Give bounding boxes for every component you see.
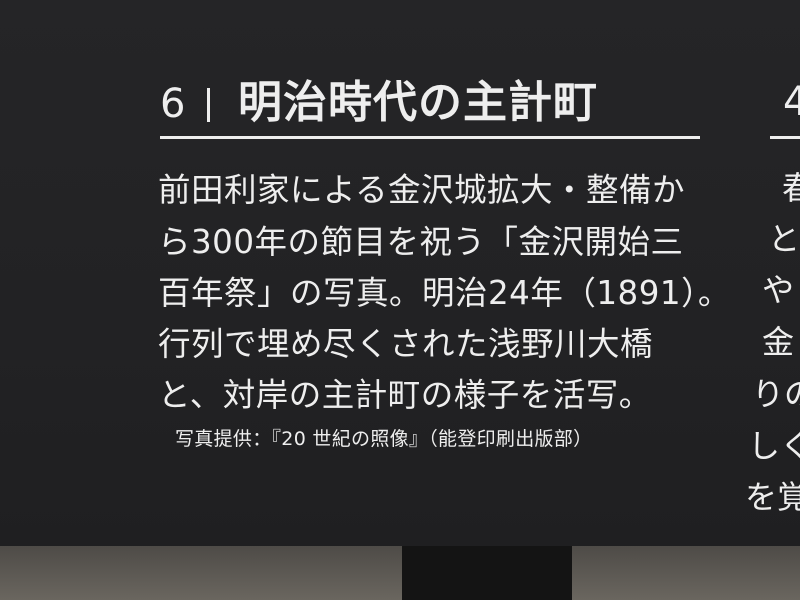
sign-panel: 6 明治時代の主計町 前田利家による金沢城拡大・整備か ら300年の節目を祝う「…	[0, 0, 800, 546]
adjacent-fragment-7: を覚	[745, 478, 800, 516]
body-line-1: 前田利家による金沢城拡大・整備か	[158, 171, 686, 209]
adjacent-fragment-4: 金	[762, 323, 795, 361]
body-line-4: 行列で埋め尽くされた浅野川大橋	[158, 325, 654, 363]
panel-number: 6	[160, 81, 186, 127]
adjacent-fragment-2: と	[768, 220, 800, 258]
panel-title: 明治時代の主計町	[238, 77, 598, 128]
adjacent-fragment-5: りの	[752, 375, 800, 413]
heading-divider	[207, 88, 210, 122]
body-line-3: 百年祭」の写真。明治24年（1891）。	[158, 274, 731, 312]
adjacent-fragment-3: や	[762, 271, 795, 309]
title-underline	[160, 136, 700, 139]
adjacent-fragment-6: しく	[748, 427, 800, 465]
panel-stand	[402, 546, 572, 600]
floor-background	[0, 546, 800, 600]
adjacent-panel-number: 4	[783, 79, 800, 125]
adjacent-fragment-1: 春	[782, 169, 800, 207]
body-line-2: ら300年の節目を祝う「金沢開始三	[158, 223, 684, 261]
adjacent-title-underline	[770, 136, 800, 139]
photo-credit: 写真提供：『20 世紀の照像』（能登印刷出版部）	[175, 428, 593, 450]
body-line-5: と、対岸の主計町の様子を活写。	[158, 376, 652, 414]
